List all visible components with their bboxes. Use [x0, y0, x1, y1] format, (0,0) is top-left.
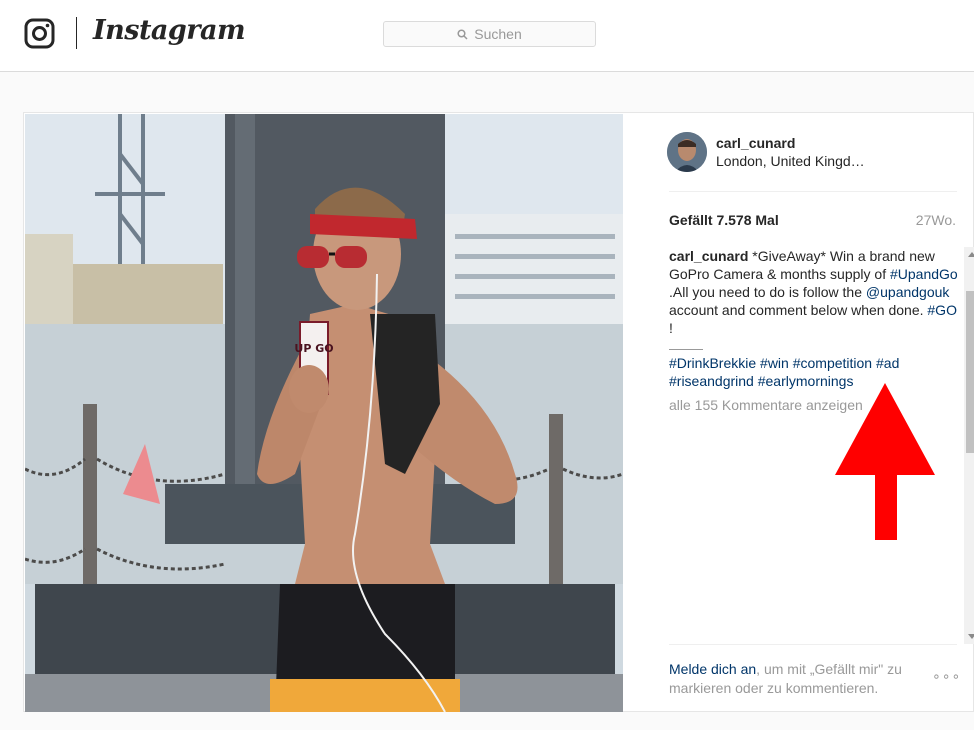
divider [669, 644, 957, 645]
instagram-glyph-icon[interactable] [24, 18, 55, 49]
post-card: UP GO carl_cunard London, United Kingd… … [23, 112, 974, 712]
search-placeholder: Suchen [474, 26, 522, 42]
post-age[interactable]: 27Wo. [916, 212, 956, 228]
hashtag-link[interactable]: #competition [793, 355, 872, 371]
scrollbar-thumb[interactable] [966, 291, 974, 453]
logo-divider [76, 17, 77, 49]
caption-separator [669, 349, 703, 350]
red-arrow-annotation [835, 383, 935, 540]
login-link[interactable]: Melde dich an [669, 661, 756, 677]
post-photo[interactable]: UP GO [25, 114, 623, 712]
hashtag-link[interactable]: #UpandGo [890, 266, 958, 282]
avatar[interactable] [667, 132, 707, 172]
scroll-up-arrow-icon[interactable] [968, 252, 974, 257]
more-options-button[interactable]: ∘∘∘ [932, 668, 961, 685]
post-location[interactable]: London, United Kingd… [716, 153, 865, 169]
divider [669, 191, 957, 192]
carton-label: UP GO [294, 342, 333, 355]
scroll-down-arrow-icon[interactable] [968, 634, 974, 639]
mention-link[interactable]: @upandgouk [866, 284, 950, 300]
search-icon [457, 28, 468, 40]
hashtag-link[interactable]: #ad [876, 355, 899, 371]
post-photo-illustration: UP GO [25, 114, 623, 712]
caption-text: ! [669, 320, 673, 336]
comments-scrollbar[interactable] [964, 247, 974, 644]
hashtag-link[interactable]: #win [760, 355, 789, 371]
top-navigation-bar: Instagram Suchen [0, 0, 974, 72]
post-username[interactable]: carl_cunard [716, 135, 795, 151]
caption-text: .All you need to do is follow the [669, 284, 866, 300]
hashtag-link[interactable]: #GO [927, 302, 957, 318]
search-input[interactable]: Suchen [383, 21, 596, 47]
hashtag-link[interactable]: #riseandgrind [669, 373, 754, 389]
instagram-wordmark[interactable]: Instagram [93, 15, 246, 46]
caption-text: account and comment below when done. [669, 302, 928, 318]
caption-author[interactable]: carl_cunard [669, 248, 748, 264]
caption: carl_cunard *GiveAway* Win a brand new G… [669, 247, 959, 337]
login-prompt: Melde dich an, um mit „Gefällt mir" zu m… [669, 660, 929, 698]
avatar-image [667, 132, 707, 172]
hashtag-link[interactable]: #DrinkBrekkie [669, 355, 756, 371]
like-count[interactable]: Gefällt 7.578 Mal [669, 212, 779, 228]
